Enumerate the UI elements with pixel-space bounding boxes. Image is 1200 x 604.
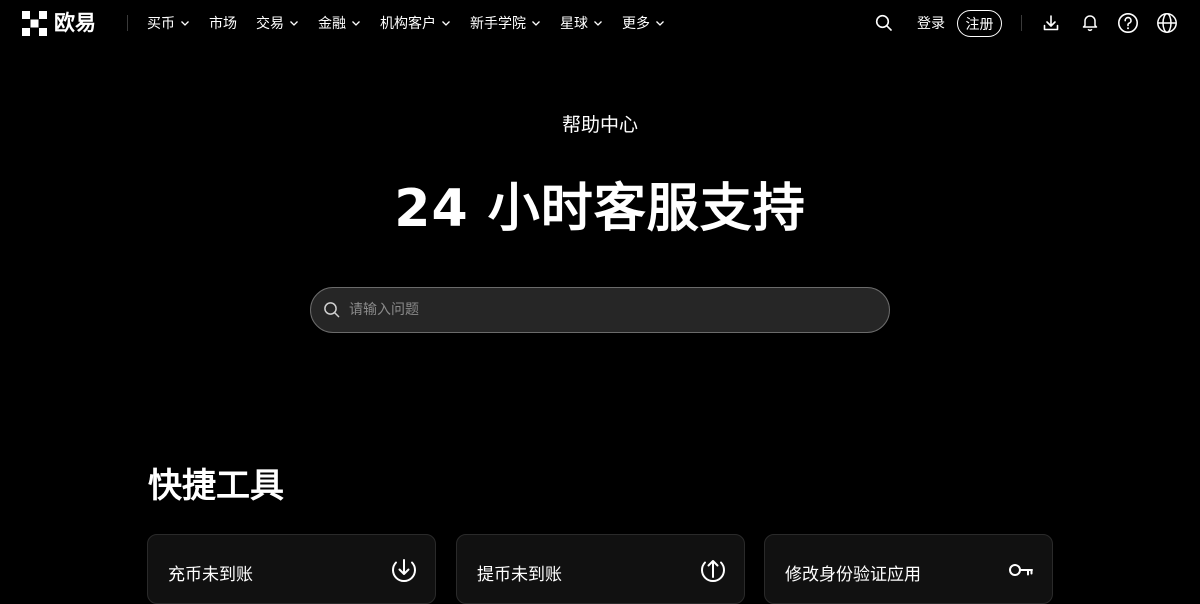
chevron-down-icon xyxy=(594,21,602,26)
nav-item-label: 更多 xyxy=(622,16,650,32)
search-input[interactable] xyxy=(349,295,849,325)
search-icon[interactable] xyxy=(875,14,893,32)
brand-name: 欧易 xyxy=(54,11,96,35)
tool-card-label: 充币未到账 xyxy=(168,565,253,585)
chevron-down-icon xyxy=(352,21,360,26)
nav-item-learn[interactable]: 新手学院 xyxy=(470,13,541,33)
bell-icon[interactable] xyxy=(1080,12,1100,32)
nav-item-institutional[interactable]: 机构客户 xyxy=(380,13,451,33)
chevron-down-icon xyxy=(181,21,189,26)
register-button[interactable]: 注册 xyxy=(957,10,1002,37)
main-nav: 买币 市场 交易 金融 机构客户 新手学院 星球 更多 xyxy=(147,12,684,34)
tool-card-withdrawal-not-received[interactable]: 提币未到账 xyxy=(456,534,745,604)
nav-item-label: 金融 xyxy=(318,16,346,32)
actions-divider xyxy=(1021,15,1022,31)
download-icon[interactable] xyxy=(1041,13,1061,33)
chevron-down-icon xyxy=(442,21,450,26)
login-link[interactable]: 登录 xyxy=(917,13,945,33)
quick-tools-heading: 快捷工具 xyxy=(148,466,284,506)
help-center-subtitle: 帮助中心 xyxy=(561,114,638,136)
tool-card-deposit-not-received[interactable]: 充币未到账 xyxy=(147,534,436,604)
help-search-box[interactable] xyxy=(310,287,890,333)
tool-card-label: 提币未到账 xyxy=(477,565,562,585)
top-navigation-bar: 欧易 买币 市场 交易 金融 机构客户 新手学院 星球 更多 登录 注册 xyxy=(0,0,1200,46)
nav-item-trade[interactable]: 交易 xyxy=(256,13,299,33)
okx-logo-icon xyxy=(22,10,47,36)
page-title: 24 小时客服支持 xyxy=(394,179,806,239)
nav-item-label: 星球 xyxy=(560,16,588,32)
nav-item-more[interactable]: 更多 xyxy=(622,13,665,33)
nav-item-label: 交易 xyxy=(256,16,284,32)
nav-item-label: 买币 xyxy=(147,16,175,32)
nav-item-markets[interactable]: 市场 xyxy=(209,13,237,33)
nav-item-label: 机构客户 xyxy=(380,16,436,32)
nav-item-label: 新手学院 xyxy=(470,16,526,32)
brand-logo[interactable]: 欧易 xyxy=(22,10,96,36)
nav-item-planet[interactable]: 星球 xyxy=(560,13,603,33)
globe-icon[interactable] xyxy=(1156,12,1178,34)
help-icon[interactable] xyxy=(1117,12,1139,34)
nav-divider xyxy=(127,15,128,31)
nav-item-finance[interactable]: 金融 xyxy=(318,13,361,33)
tool-card-label: 修改身份验证应用 xyxy=(785,565,921,585)
tool-card-change-authenticator[interactable]: 修改身份验证应用 xyxy=(764,534,1053,604)
chevron-down-icon xyxy=(656,21,664,26)
search-icon xyxy=(324,302,340,318)
nav-item-buy-crypto[interactable]: 买币 xyxy=(147,13,190,33)
nav-item-label: 市场 xyxy=(209,16,237,32)
chevron-down-icon xyxy=(290,21,298,26)
chevron-down-icon xyxy=(532,21,540,26)
